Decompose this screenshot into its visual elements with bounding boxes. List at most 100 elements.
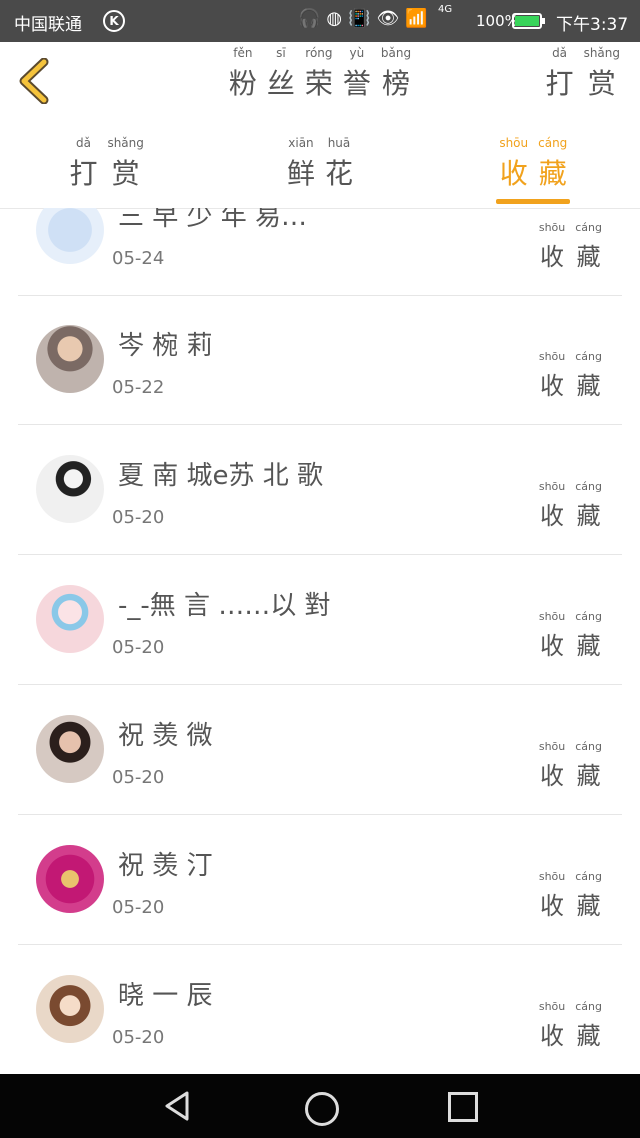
tab-label: dǎ 打 shǎng 赏 [69, 136, 143, 192]
pinyin: cáng [575, 740, 602, 753]
status-bar: 中国联通 K 🎧 ◍ 📳 👁 📶 4G 100% 下午3:37 [0, 0, 640, 42]
avatar[interactable] [36, 845, 104, 913]
hanzi: 藏 [538, 157, 567, 190]
nav-recent-apps-icon[interactable] [448, 1092, 478, 1122]
list-item[interactable]: -_-無 言 ……以 對 05-20 shōu 收 cáng 藏 [18, 555, 622, 685]
hanzi: 藏 [576, 892, 601, 920]
ruby-char: shǎng 赏 [584, 46, 620, 102]
ruby-char: cáng 藏 [575, 480, 602, 531]
pinyin: yù [349, 46, 365, 60]
ruby-char: dǎ 打 [69, 136, 97, 192]
hanzi: 荣 [304, 67, 333, 100]
hanzi: 誉 [342, 67, 371, 100]
pinyin: shōu [538, 480, 566, 493]
favorite-label: shōu 收 cáng 藏 [539, 216, 602, 272]
ruby-char: shōu 收 [539, 740, 565, 791]
list-item[interactable]: 晓 一 辰 05-20 shōu 收 cáng 藏 [18, 945, 622, 1074]
app-header: fěn 粉 sī 丝 róng 荣 yù 誉 bǎng 榜 dǎ 打 shǎng 赏 [0, 42, 640, 121]
wifi-icon: 📶 [405, 8, 428, 29]
favorite-label: shōu 收 cáng 藏 [539, 995, 602, 1051]
hanzi: 藏 [576, 502, 601, 530]
user-name: 祝 羡 汀 [118, 851, 213, 881]
avatar[interactable] [36, 325, 104, 393]
pinyin: dǎ [75, 136, 91, 150]
date-label: 05-24 [112, 248, 165, 269]
ruby-char: cáng 藏 [575, 870, 602, 921]
ruby-char: cáng 藏 [575, 610, 602, 661]
hanzi: 收 [540, 243, 565, 271]
ruby-char: shōu 收 [539, 1000, 565, 1051]
avatar[interactable] [36, 208, 104, 264]
carrier-badge: K [103, 10, 125, 32]
reward-button[interactable]: dǎ 打 shǎng 赏 [546, 42, 620, 102]
tab-label: shōu 收 cáng 藏 [499, 136, 567, 192]
avatar[interactable] [36, 455, 104, 523]
ruby-char: cáng 藏 [575, 221, 602, 272]
pinyin: cáng [538, 136, 568, 150]
ruby-char: dǎ 打 [546, 46, 574, 102]
list-item[interactable]: 祝 羡 微 05-20 shōu 收 cáng 藏 [18, 685, 622, 815]
list-item[interactable]: 祝 羡 汀 05-20 shōu 收 cáng 藏 [18, 815, 622, 945]
hanzi: 收 [540, 372, 565, 400]
hanzi: 榜 [382, 67, 411, 100]
user-name: 祝 羡 微 [118, 721, 213, 751]
hanzi: 打 [545, 67, 574, 100]
pinyin: shōu [538, 610, 566, 623]
network-type: 4G [438, 4, 453, 15]
ruby-char: shǎng 赏 [107, 136, 143, 192]
battery-icon [512, 13, 545, 29]
list-item[interactable]: 三 早 少 年 易… 05-24 shōu 收 cáng 藏 [18, 208, 622, 296]
hanzi: 收 [540, 502, 565, 530]
hanzi: 藏 [576, 1022, 601, 1050]
pinyin: shōu [538, 350, 566, 363]
ruby-char: cáng 藏 [538, 136, 567, 192]
pinyin: bǎng [380, 46, 412, 60]
pinyin: fěn [233, 46, 253, 60]
date-label: 05-20 [112, 507, 165, 528]
ruby-char: róng 荣 [305, 46, 333, 102]
hanzi: 粉 [228, 67, 257, 100]
favorite-label: shōu 收 cáng 藏 [539, 475, 602, 531]
list-item[interactable]: 夏 南 城e苏 北 歌 05-20 shōu 收 cáng 藏 [18, 425, 622, 555]
carrier-label: 中国联通 [14, 15, 82, 35]
active-tab-indicator [496, 199, 571, 204]
nav-back-icon[interactable] [162, 1090, 192, 1122]
tab-0[interactable]: dǎ 打 shǎng 赏 [0, 120, 213, 208]
ruby-char: cáng 藏 [575, 1000, 602, 1051]
favorite-text: shōu 收 cáng 藏 [539, 610, 602, 661]
nav-home-icon[interactable] [305, 1092, 339, 1126]
favorite-label: shōu 收 cáng 藏 [539, 735, 602, 791]
favorite-label: shōu 收 cáng 藏 [539, 345, 602, 401]
favorite-text: shōu 收 cáng 藏 [539, 870, 602, 921]
pinyin: sī [276, 46, 286, 60]
hanzi: 鲜 [286, 157, 315, 190]
ruby-char: shōu 收 [539, 610, 565, 661]
favorite-label: shōu 收 cáng 藏 [539, 865, 602, 921]
list-item[interactable]: 岑 椀 莉 05-22 shōu 收 cáng 藏 [18, 295, 622, 425]
date-label: 05-22 [112, 377, 165, 398]
ruby-char: fěn 粉 [229, 46, 257, 102]
hanzi: 藏 [576, 243, 601, 271]
user-name: 夏 南 城e苏 北 歌 [118, 461, 324, 491]
avatar[interactable] [36, 975, 104, 1043]
hanzi: 收 [540, 762, 565, 790]
avatar[interactable] [36, 585, 104, 653]
favorite-text: shōu 收 cáng 藏 [539, 1000, 602, 1051]
eye-icon: 👁 [376, 8, 400, 29]
ruby-char: shōu 收 [539, 221, 565, 272]
vibrate-icon: 📳 [348, 8, 371, 29]
user-name: 三 早 少 年 易… [118, 208, 308, 232]
tab-1[interactable]: xiān 鲜 huā 花 [213, 120, 426, 208]
ruby-char: huā 花 [325, 136, 353, 192]
tab-2[interactable]: shōu 收 cáng 藏 [427, 120, 640, 208]
favorite-text: shōu 收 cáng 藏 [539, 350, 602, 401]
tab-label: xiān 鲜 huā 花 [287, 136, 353, 192]
date-label: 05-20 [112, 1027, 165, 1048]
data-saver-icon: ◍ [326, 8, 343, 29]
hanzi: 花 [324, 157, 353, 190]
pinyin: shōu [538, 870, 566, 883]
user-name: -_-無 言 ……以 對 [118, 591, 331, 621]
avatar[interactable] [36, 715, 104, 783]
favorite-text: shōu 收 cáng 藏 [539, 480, 602, 531]
hanzi: 赏 [111, 157, 140, 190]
